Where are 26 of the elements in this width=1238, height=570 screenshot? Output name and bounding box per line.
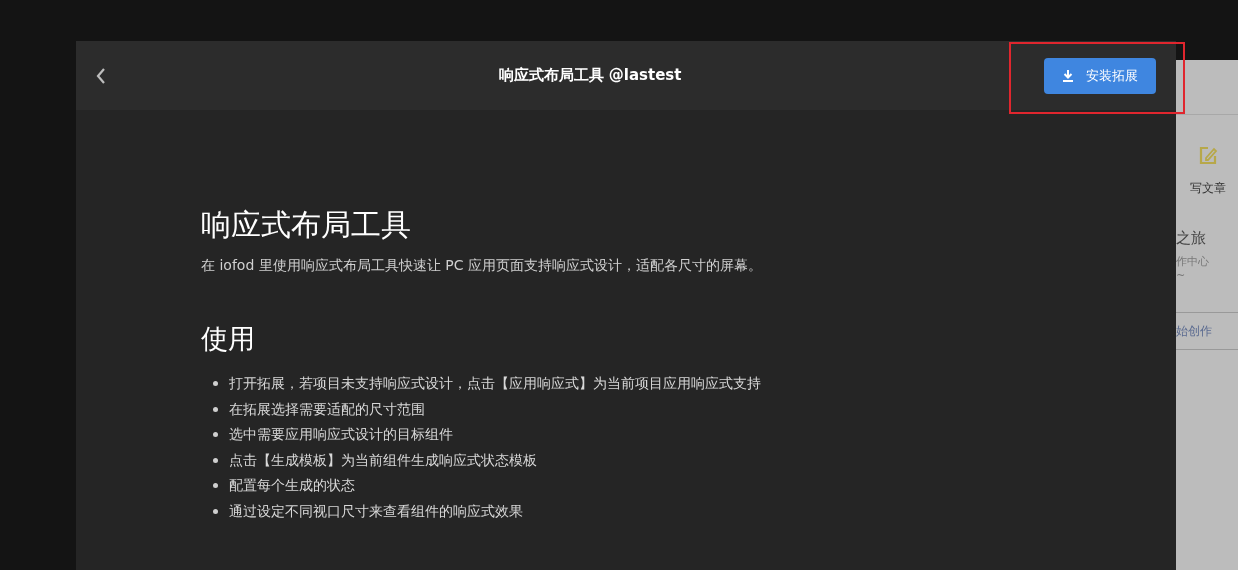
intro-text: 在 iofod 里使用响应式布局工具快速让 PC 应用页面支持响应式设计，适配各尺寸的屏幕。 <box>201 256 763 275</box>
card-note: ~ <box>1176 270 1187 282</box>
download-icon <box>1062 69 1074 82</box>
card-link[interactable]: 始创作 <box>1176 322 1212 340</box>
card-subtitle: 作中心 <box>1176 253 1210 270</box>
bullet-icon <box>213 432 218 438</box>
bullet-icon <box>213 457 218 463</box>
step-text: 在拓展选择需要适配的尺寸范围 <box>229 399 425 419</box>
bullet-icon <box>213 406 218 412</box>
bullet-icon <box>213 381 218 387</box>
dialog-title: 响应式布局工具 @lastest <box>498 65 682 87</box>
bullet-icon <box>213 508 218 514</box>
bullet-icon <box>213 483 218 489</box>
pencil-square-icon <box>1197 145 1219 167</box>
step-text: 配置每个生成的状态 <box>229 476 355 496</box>
step-text: 点击【生成模板】为当前组件生成响应式状态模板 <box>229 450 537 470</box>
back-button[interactable] <box>96 66 106 85</box>
step-text: 选中需要应用响应式设计的目标组件 <box>229 425 453 445</box>
step-text: 通过设定不同视口尺寸来查看组件的响应式效果 <box>229 501 523 521</box>
page-heading: 响应式布局工具 <box>201 206 412 244</box>
section-heading: 使用 <box>201 322 256 356</box>
step-text: 打开拓展，若项目未支持响应式设计，点击【应用响应式】为当前项目应用响应式支持 <box>229 374 761 394</box>
write-label: 写文章 <box>1190 180 1226 197</box>
install-button[interactable]: 安装拓展 <box>1044 57 1156 94</box>
back-icon <box>96 66 106 85</box>
card-title: 之旅 <box>1176 228 1207 249</box>
